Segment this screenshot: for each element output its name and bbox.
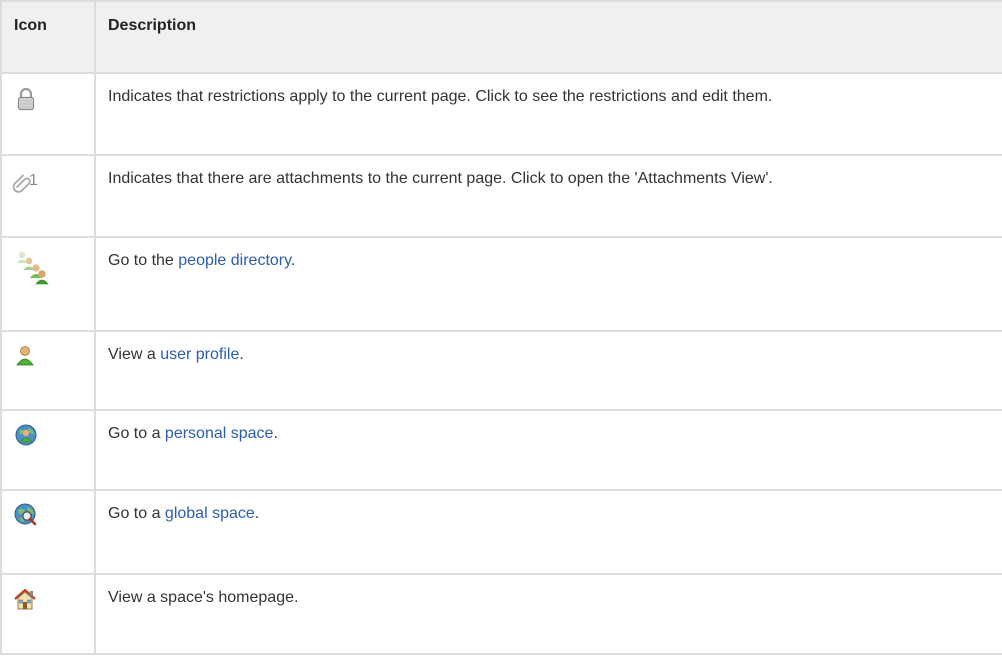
description-cell: Go to the people directory.: [94, 236, 1002, 332]
padlock-icon[interactable]: [12, 85, 40, 113]
description-text-after: .: [290, 252, 296, 269]
description-cell: View a user profile.: [94, 330, 1002, 411]
icon-cell: [0, 236, 96, 332]
attachment-count: 1: [29, 172, 38, 189]
table-row: 1 Indicates that there are attachments t…: [0, 154, 1002, 238]
description-text-before: View a: [108, 346, 161, 363]
icon-cell: [0, 409, 96, 491]
home-icon[interactable]: [12, 586, 40, 614]
global-space-link[interactable]: global space: [165, 505, 255, 522]
header-description: Description: [94, 0, 1002, 74]
people-directory-icon[interactable]: [12, 249, 52, 285]
user-profile-icon[interactable]: [12, 343, 40, 371]
description-text-after: .: [254, 505, 260, 522]
description-text-before: Go to the: [108, 252, 179, 269]
description-text-before: Go to a: [108, 505, 165, 522]
table-row: Indicates that restrictions apply to the…: [0, 72, 1002, 156]
header-icon-label: Icon: [14, 17, 47, 34]
table-row: View a user profile.: [0, 330, 1002, 411]
icon-cell: [0, 72, 96, 156]
icon-cell: 1: [0, 154, 96, 238]
description-text: Indicates that restrictions apply to the…: [108, 88, 773, 105]
table-row: Go to a personal space.: [0, 409, 1002, 491]
icon-cell: [0, 573, 96, 655]
icon-cell: [0, 489, 96, 575]
paperclip-icon[interactable]: 1: [12, 167, 40, 195]
table-row: View a space's homepage.: [0, 573, 1002, 655]
description-cell: View a space's homepage.: [94, 573, 1002, 655]
table-row: Go to the people directory.: [0, 236, 1002, 332]
description-cell: Indicates that there are attachments to …: [94, 154, 1002, 238]
description-cell: Go to a global space.: [94, 489, 1002, 575]
global-space-icon[interactable]: [12, 502, 40, 530]
description-text: Indicates that there are attachments to …: [108, 170, 773, 187]
description-text-after: .: [239, 346, 244, 363]
header-icon: Icon: [0, 0, 96, 74]
personal-space-link[interactable]: personal space: [165, 425, 274, 442]
description-text: View a space's homepage.: [108, 589, 299, 606]
table-header-row: Icon Description: [0, 0, 1002, 74]
description-text-after: .: [273, 425, 278, 442]
icon-reference-table: Icon Description Indicates that restrict…: [0, 0, 1002, 655]
icon-cell: [0, 330, 96, 411]
personal-space-icon[interactable]: [12, 422, 40, 450]
description-cell: Go to a personal space.: [94, 409, 1002, 491]
user-profile-link[interactable]: user profile: [160, 346, 239, 363]
icon-reference-table-container: Icon Description Indicates that restrict…: [0, 0, 1002, 664]
table-row: Go to a global space.: [0, 489, 1002, 575]
header-description-label: Description: [108, 17, 197, 34]
people-directory-link[interactable]: people directory: [178, 252, 291, 269]
description-cell: Indicates that restrictions apply to the…: [94, 72, 1002, 156]
description-text-before: Go to a: [108, 425, 165, 442]
